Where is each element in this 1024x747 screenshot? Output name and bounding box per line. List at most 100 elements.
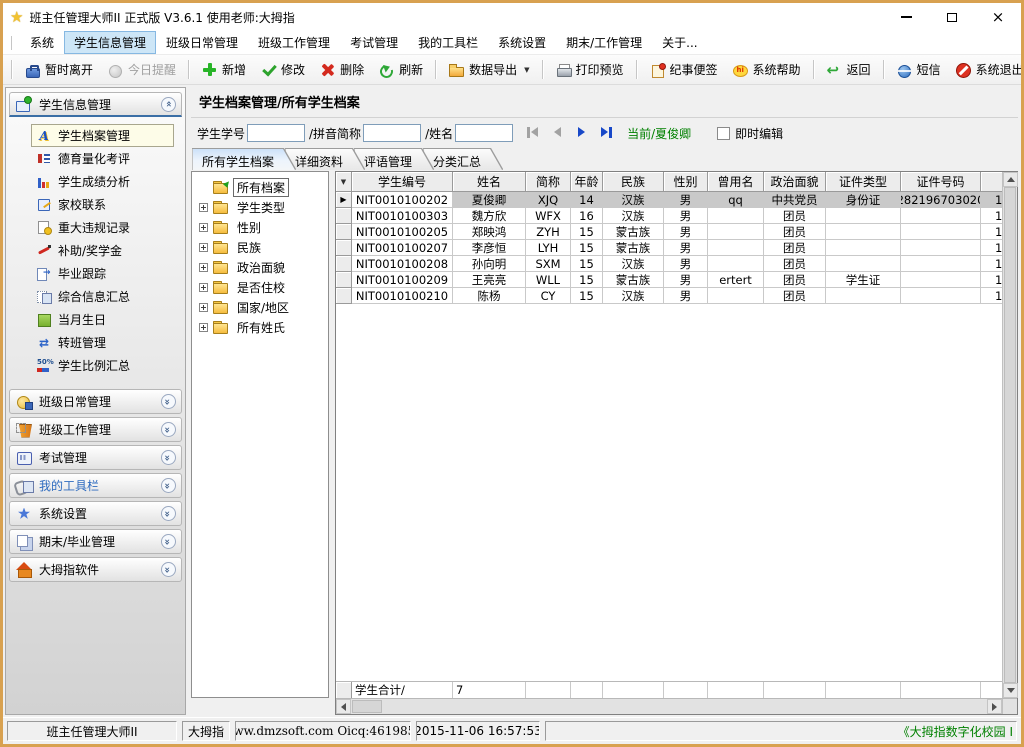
sidebar-group-exam[interactable]: 考试管理« — [9, 445, 182, 470]
name-input[interactable] — [455, 124, 513, 142]
tree-item-political-status[interactable]: 政治面貌 — [194, 257, 326, 277]
vertical-scrollbar[interactable] — [1002, 172, 1017, 698]
grid-cell[interactable]: 15 — [571, 288, 603, 304]
tree-expand-icon[interactable] — [199, 323, 208, 332]
sidebar-item-birthday[interactable]: 当月生日 — [31, 308, 174, 331]
chevron-down-icon[interactable]: « — [161, 534, 176, 549]
grid-cell[interactable]: 1992 — [981, 192, 1002, 208]
scroll-right-button[interactable] — [987, 699, 1002, 714]
chevron-down-icon[interactable]: « — [161, 562, 176, 577]
grid-cell[interactable]: CY — [526, 288, 571, 304]
grid-cell[interactable]: 1986 — [981, 224, 1002, 240]
delete-button[interactable]: 删除 — [312, 58, 371, 81]
tree-expand-icon[interactable] — [199, 203, 208, 212]
sidebar-item-moral-eval[interactable]: 德育量化考评 — [31, 147, 174, 170]
grid-cell[interactable] — [826, 208, 901, 224]
chevron-down-icon[interactable]: « — [161, 422, 176, 437]
grid-cell[interactable]: ZYH — [526, 224, 571, 240]
grid-cell[interactable]: 1986 — [981, 272, 1002, 288]
row-selector-cell[interactable]: ▶ — [336, 192, 352, 208]
table-row[interactable]: NIT0010100303魏方欣WFX16汉族男团员1986 — [336, 208, 1002, 224]
vertical-scroll-thumb[interactable] — [1004, 187, 1016, 683]
tree-item-ethnic-group[interactable]: 民族 — [194, 237, 326, 257]
grid-cell[interactable]: NIT0010100202 — [352, 192, 453, 208]
table-row[interactable]: NIT0010100205郑映鸿ZYH15蒙古族男团员1986 — [336, 224, 1002, 240]
grid-cell[interactable]: 团员 — [764, 272, 826, 288]
sidebar-group-class-work[interactable]: 班级工作管理« — [9, 417, 182, 442]
menu-item-student-info[interactable]: 学生信息管理 — [64, 31, 156, 54]
grid-cell[interactable]: 蒙古族 — [603, 272, 664, 288]
grid-cell[interactable] — [708, 224, 764, 240]
tree-item-region[interactable]: 国家/地区 — [194, 297, 326, 317]
grid-cell[interactable]: 蒙古族 — [603, 240, 664, 256]
note-button[interactable]: 纪事便签 — [642, 58, 725, 81]
grid-cell[interactable]: WFX — [526, 208, 571, 224]
scroll-left-button[interactable] — [336, 699, 351, 714]
sidebar-item-scholarship[interactable]: 补助/奖学金 — [31, 239, 174, 262]
grid-cell[interactable]: 男 — [664, 224, 708, 240]
row-selector-cell[interactable] — [336, 240, 352, 256]
grid-cell[interactable]: 15 — [571, 272, 603, 288]
grid-col-header-2[interactable]: 简称 — [526, 172, 571, 192]
tree-item-student-type[interactable]: 学生类型 — [194, 197, 326, 217]
grid-col-header-3[interactable]: 年龄 — [571, 172, 603, 192]
chevron-down-icon[interactable]: « — [161, 478, 176, 493]
grid-cell[interactable]: 男 — [664, 256, 708, 272]
grid-cell[interactable] — [708, 256, 764, 272]
print-button[interactable]: 打印预览 — [548, 58, 631, 81]
grid-cell[interactable]: 汉族 — [603, 208, 664, 224]
grid-cell[interactable] — [708, 208, 764, 224]
tree-expand-icon[interactable] — [199, 223, 208, 232]
tree-expand-icon[interactable] — [199, 263, 208, 272]
grid-cell[interactable] — [901, 256, 981, 272]
minimize-button[interactable] — [883, 3, 929, 31]
tab-category-summary[interactable]: 分类汇总 — [424, 149, 502, 170]
sidebar-item-home-school[interactable]: 家校联系 — [31, 193, 174, 216]
grid-selector-header[interactable]: ▼ — [336, 172, 352, 192]
row-selector-cell[interactable] — [336, 256, 352, 272]
menu-item-class-daily[interactable]: 班级日常管理 — [156, 31, 248, 54]
tab-details[interactable]: 详细资料 — [286, 149, 364, 170]
sidebar-group-system-settings[interactable]: 系统设置« — [9, 501, 182, 526]
grid-col-header-7[interactable]: 政治面貌 — [764, 172, 826, 192]
menu-item-exam[interactable]: 考试管理 — [340, 31, 408, 54]
grid-cell[interactable]: 16 — [571, 208, 603, 224]
sidebar-item-violation[interactable]: 重大违规记录 — [31, 216, 174, 239]
menu-item-class-work[interactable]: 班级工作管理 — [248, 31, 340, 54]
leave-button[interactable]: 暂时离开 — [17, 58, 100, 81]
sidebar-group-class-daily[interactable]: 班级日常管理« — [9, 389, 182, 414]
grid-cell[interactable] — [901, 288, 981, 304]
sms-button[interactable]: 短信 — [889, 58, 948, 81]
grid-cell[interactable]: 团员 — [764, 240, 826, 256]
sidebar-item-ratio-summary[interactable]: 学生比例汇总 — [31, 354, 174, 377]
grid-cell[interactable]: NIT0010100207 — [352, 240, 453, 256]
sidebar-group-student-info[interactable]: 学生信息管理« — [9, 92, 182, 117]
menu-item-system[interactable]: 系统 — [20, 31, 64, 54]
table-row[interactable]: NIT0010100208孙向明SXM15汉族男团员1986 — [336, 256, 1002, 272]
grid-cell[interactable]: XJQ — [526, 192, 571, 208]
table-row[interactable]: NIT0010100209王亮亮WLL15蒙古族男ertert团员学生证1986 — [336, 272, 1002, 288]
grid-cell[interactable]: WLL — [526, 272, 571, 288]
grid-cell[interactable]: NIT0010100303 — [352, 208, 453, 224]
first-record-button[interactable] — [527, 127, 541, 139]
tab-all-archives[interactable]: 所有学生档案 — [193, 149, 295, 170]
grid-cell[interactable]: 男 — [664, 272, 708, 288]
grid-cell[interactable]: 团员 — [764, 224, 826, 240]
pinyin-input[interactable] — [363, 124, 421, 142]
grid-cell[interactable]: 汉族 — [603, 256, 664, 272]
grid-col-header-0[interactable]: 学生编号 — [352, 172, 453, 192]
sidebar-group-my-toolbar[interactable]: 我的工具栏« — [9, 473, 182, 498]
grid-cell[interactable]: 身份证 — [826, 192, 901, 208]
chevron-down-icon[interactable]: « — [161, 394, 176, 409]
grid-cell[interactable]: 男 — [664, 288, 708, 304]
grid-cell[interactable]: 王亮亮 — [453, 272, 526, 288]
edit-button[interactable]: 修改 — [253, 58, 312, 81]
sidebar-group-term-graduation[interactable]: 期末/毕业管理« — [9, 529, 182, 554]
grid-cell[interactable] — [901, 272, 981, 288]
grid-cell[interactable]: NIT0010100208 — [352, 256, 453, 272]
grid-cell[interactable]: 孙向明 — [453, 256, 526, 272]
grid-cell[interactable]: 夏俊卿 — [453, 192, 526, 208]
tree-expand-icon[interactable] — [199, 303, 208, 312]
grid-cell[interactable]: 郑映鸿 — [453, 224, 526, 240]
add-button[interactable]: 新增 — [194, 58, 253, 81]
